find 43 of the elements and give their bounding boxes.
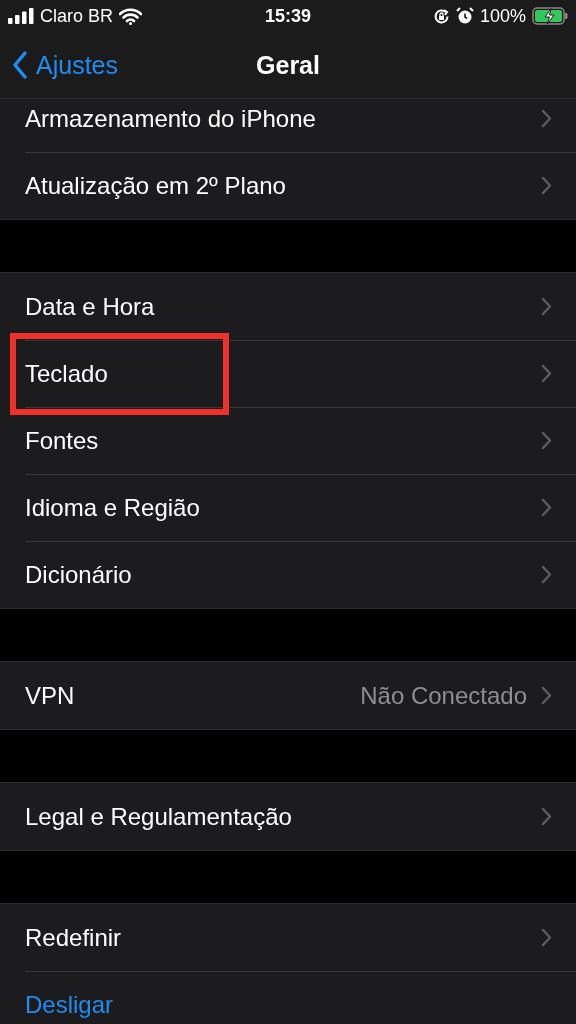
settings-row[interactable]: Atualização em 2º Plano	[0, 152, 576, 219]
chevron-right-icon	[541, 109, 552, 128]
chevron-right-icon	[541, 176, 552, 195]
settings-row[interactable]: Data e Hora	[0, 273, 576, 340]
settings-row[interactable]: Teclado	[0, 340, 576, 407]
chevron-right-icon	[541, 364, 552, 383]
settings-row[interactable]: Desligar	[0, 971, 576, 1024]
row-value: Não Conectado	[360, 681, 527, 710]
row-label: Desligar	[25, 990, 115, 1019]
chevron-right-icon	[541, 297, 552, 316]
signal-icon	[8, 8, 34, 24]
battery-percent: 100%	[479, 5, 526, 27]
row-label: Fontes	[25, 426, 100, 455]
row-label: Idioma e Região	[25, 493, 201, 522]
row-label: Atualização em 2º Plano	[25, 171, 287, 200]
row-label: Armazenamento do iPhone	[25, 104, 317, 133]
row-label: VPN	[25, 681, 76, 710]
alarm-clock-icon	[455, 7, 474, 25]
screen-title: Geral	[256, 50, 320, 79]
settings-row[interactable]: Legal e Regulamentação	[0, 783, 576, 850]
chevron-right-icon	[541, 565, 552, 584]
chevron-right-icon	[541, 498, 552, 517]
settings-row[interactable]: VPN Não Conectado	[0, 662, 576, 729]
carrier-name: Claro BR	[40, 5, 114, 27]
status-time: 15:39	[265, 5, 312, 27]
chevron-right-icon	[541, 431, 552, 450]
chevron-left-icon	[12, 51, 28, 79]
rotation-lock-icon	[432, 7, 450, 25]
row-label: Redefinir	[25, 923, 123, 952]
row-label: Teclado	[25, 359, 109, 388]
settings-row[interactable]: Idioma e Região	[0, 474, 576, 541]
settings-row[interactable]: Redefinir	[0, 904, 576, 971]
chevron-right-icon	[541, 686, 552, 705]
row-label: Dicionário	[25, 560, 133, 589]
chevron-right-icon	[541, 928, 552, 947]
settings-row[interactable]: Armazenamento do iPhone	[0, 99, 576, 152]
settings-row[interactable]: Fontes	[0, 407, 576, 474]
row-label: Legal e Regulamentação	[25, 802, 293, 831]
wifi-icon	[119, 7, 143, 25]
settings-row[interactable]: Dicionário	[0, 541, 576, 608]
chevron-right-icon	[541, 807, 552, 826]
row-label: Data e Hora	[25, 292, 156, 321]
back-button[interactable]: Ajustes	[0, 50, 118, 80]
